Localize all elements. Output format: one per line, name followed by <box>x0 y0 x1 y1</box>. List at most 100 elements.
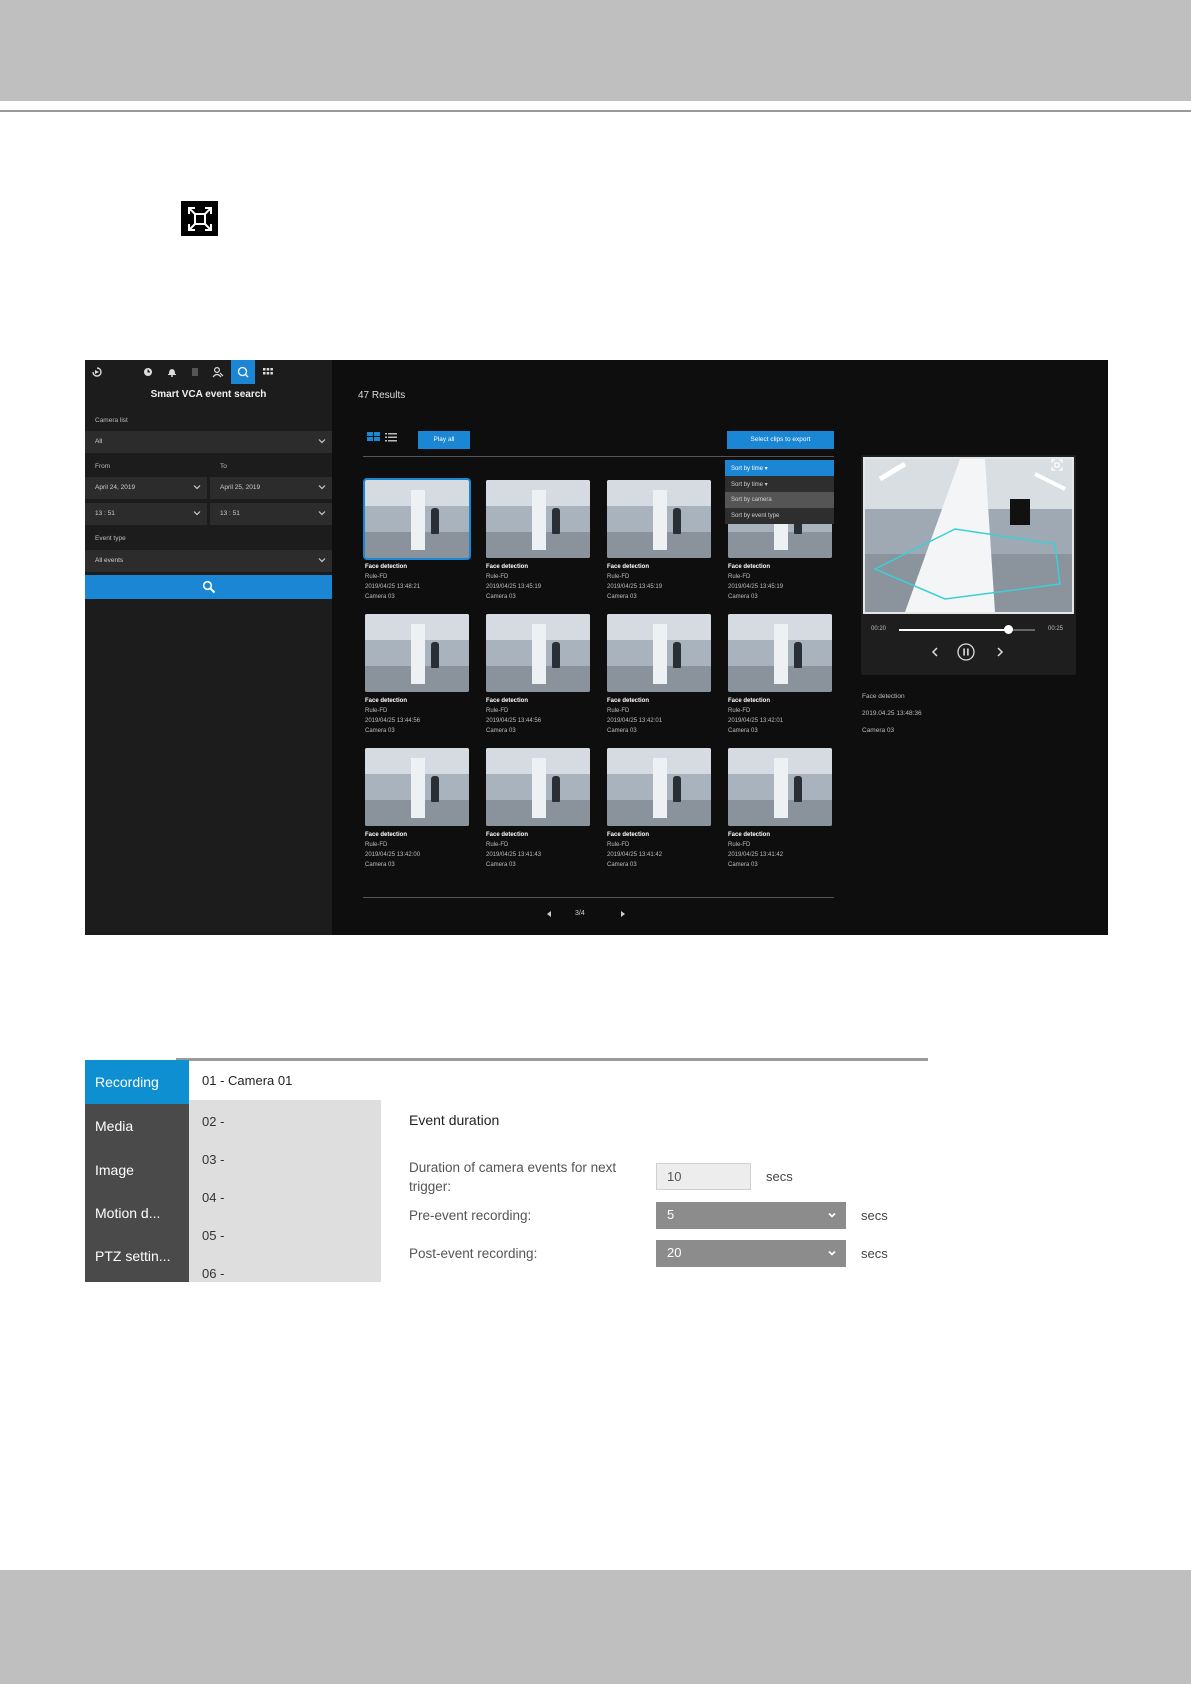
to-time-select[interactable]: 13 : 51 <box>210 503 332 525</box>
results-count: 47 Results <box>358 390 406 401</box>
total-time: 00:25 <box>1048 626 1064 632</box>
nav-item-image[interactable]: Image <box>85 1148 189 1192</box>
camera-item[interactable]: 05 - <box>202 1228 224 1243</box>
thumbnail-view-icon[interactable] <box>367 432 381 442</box>
manual-page: Smart VCA event search Camera list All F… <box>0 0 1191 1684</box>
event-type-value: All events <box>95 557 124 564</box>
event-thumbnail[interactable] <box>365 748 469 826</box>
sort-option-time[interactable]: Sort by time ▾ <box>725 476 834 492</box>
list-view-icon[interactable] <box>385 432 399 442</box>
seek-bar[interactable] <box>899 625 1035 634</box>
nav-item-media[interactable]: Media <box>85 1104 189 1148</box>
pre-event-select[interactable]: 5 <box>656 1202 846 1229</box>
post-event-value: 20 <box>667 1245 682 1260</box>
event-thumbnail[interactable] <box>728 748 832 826</box>
fullscreen-icon <box>181 201 218 236</box>
from-date-value: April 24, 2019 <box>95 484 136 491</box>
select-clips-button[interactable]: Select clips to export <box>727 431 834 449</box>
sort-option-camera[interactable]: Sort by camera <box>725 492 834 508</box>
video-viewport[interactable] <box>863 457 1074 614</box>
detail-camera: Camera 03 <box>862 727 895 734</box>
chevron-down-icon <box>828 1250 836 1256</box>
search-button[interactable] <box>85 575 332 599</box>
sort-option-time-selected[interactable]: Sort by time ▾ <box>725 460 834 476</box>
event-caption: Face detection Rule-FD 2019/04/25 13:44:56… <box>365 698 421 734</box>
event-thumbnail[interactable] <box>486 748 590 826</box>
sidebar-toolbar <box>85 360 332 384</box>
event-thumbnail[interactable] <box>363 478 471 560</box>
to-date-select[interactable]: April 25, 2019 <box>210 477 332 499</box>
to-date-value: April 25, 2019 <box>220 484 261 491</box>
previous-icon[interactable] <box>931 647 939 659</box>
from-time-select[interactable]: 13 : 51 <box>85 503 207 525</box>
selected-camera[interactable]: 01 - Camera 01 <box>202 1073 292 1088</box>
nav-item-motion[interactable]: Motion d... <box>85 1191 189 1235</box>
seek-handle[interactable] <box>1003 625 1013 634</box>
from-date-select[interactable]: April 24, 2019 <box>85 477 207 499</box>
event-thumbnail[interactable] <box>486 480 590 558</box>
previous-page-icon[interactable] <box>545 910 553 920</box>
next-icon[interactable] <box>996 647 1004 659</box>
detail-time: 2019.04.25 13:48:36 <box>862 710 922 717</box>
event-caption: Face detection Rule-FD 2019/04/25 13:45:19… <box>486 564 542 600</box>
post-event-select[interactable]: 20 <box>656 1240 846 1267</box>
to-time-value: 13 : 51 <box>220 510 240 517</box>
duration-input[interactable]: 10 <box>656 1163 751 1190</box>
camera-list-value: All <box>95 438 103 445</box>
detail-event: Face detection <box>862 693 905 700</box>
vca-search-icon[interactable] <box>236 365 250 379</box>
event-thumbnail[interactable] <box>607 480 711 558</box>
sort-dropdown[interactable]: Sort by time ▾ Sort by time ▾ Sort by ca… <box>725 460 834 524</box>
event-thumbnail[interactable] <box>607 614 711 692</box>
event-caption: Face detection Rule-FD 2019/04/25 13:45:19… <box>607 564 663 600</box>
pre-event-unit: secs <box>861 1208 888 1223</box>
event-caption: Face detection Rule-FD 2019/04/25 13:41:43… <box>486 832 542 868</box>
nav-item-ptz[interactable]: PTZ settin... <box>85 1234 189 1278</box>
bell-icon[interactable] <box>165 365 179 379</box>
pagination: 3/4 <box>545 910 675 924</box>
camera-item[interactable]: 06 - <box>202 1266 224 1281</box>
event-thumbnail[interactable] <box>486 614 590 692</box>
section-title: Event duration <box>409 1112 500 1128</box>
from-time-value: 13 : 51 <box>95 510 115 517</box>
header-rule <box>0 110 1191 112</box>
clock-icon[interactable] <box>141 365 155 379</box>
settings-top-rule <box>176 1058 928 1061</box>
settings-nav: Recording Media Image Motion d... PTZ se… <box>85 1060 189 1282</box>
event-caption: Face detection Rule-FD 2019/04/25 13:44:56… <box>486 698 542 734</box>
film-icon[interactable] <box>188 365 202 379</box>
seek-progress <box>899 629 1008 631</box>
event-thumbnail[interactable] <box>365 614 469 692</box>
camera-item[interactable]: 03 - <box>202 1152 224 1167</box>
camera-item[interactable]: 04 - <box>202 1190 224 1205</box>
expand-video-icon[interactable] <box>1051 459 1063 473</box>
event-type-select[interactable]: All events <box>85 550 332 572</box>
current-time: 00:20 <box>871 626 887 632</box>
person-search-icon[interactable] <box>211 365 225 379</box>
event-thumbnail[interactable] <box>728 614 832 692</box>
event-thumbnail[interactable] <box>607 748 711 826</box>
play-all-button[interactable]: Play all <box>418 431 470 449</box>
sort-option-event-type[interactable]: Sort by event type <box>725 508 834 524</box>
to-label: To <box>220 463 227 470</box>
grid-icon[interactable] <box>261 365 275 379</box>
chevron-down-icon <box>193 485 201 490</box>
event-caption: Face detection Rule-FD 2019/04/25 13:48:21… <box>365 564 421 600</box>
search-panel-title: Smart VCA event search <box>150 389 267 400</box>
pause-icon[interactable] <box>957 643 975 663</box>
camera-list-select[interactable]: All <box>85 431 332 453</box>
search-sidebar: Smart VCA event search Camera list All F… <box>85 360 332 935</box>
playback-icon[interactable] <box>90 365 104 379</box>
event-caption: Face detection Rule-FD 2019/04/25 13:42:01… <box>728 698 784 734</box>
search-icon <box>202 580 215 594</box>
pre-event-value: 5 <box>667 1207 675 1222</box>
event-caption: Face detection Rule-FD 2019/04/25 13:42:01… <box>607 698 663 734</box>
nav-item-recording[interactable]: Recording <box>85 1060 189 1104</box>
vca-event-search-screen: Smart VCA event search Camera list All F… <box>85 360 1108 935</box>
pre-event-label: Pre-event recording: <box>409 1208 532 1223</box>
next-page-icon[interactable] <box>619 910 627 920</box>
chevron-down-icon <box>318 439 326 444</box>
duration-unit: secs <box>766 1169 793 1184</box>
chevron-down-icon <box>318 485 326 490</box>
camera-item[interactable]: 02 - <box>202 1114 224 1129</box>
